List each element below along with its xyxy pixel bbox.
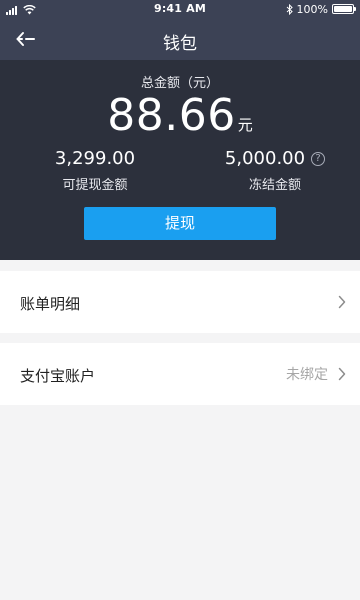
wallet-screen: 9:41 AM 100% 钱包 总金额（元） 88.66 元 3,299.00 … <box>0 0 360 600</box>
balance-panel: 总金额（元） 88.66 元 3,299.00 可提现金额 5,000.00 ? … <box>0 60 360 260</box>
status-bar: 9:41 AM 100% <box>0 0 360 18</box>
frozen-amount-row: 5,000.00 ? <box>224 148 326 170</box>
total-amount-unit: 元 <box>237 116 253 134</box>
chevron-right-icon <box>338 295 346 309</box>
bluetooth-icon <box>286 3 293 15</box>
navigation-bar: 钱包 <box>0 18 360 60</box>
chevron-right-icon <box>338 367 346 381</box>
frozen-amount: 5,000.00 <box>224 148 306 169</box>
alipay-status: 未绑定 <box>286 367 328 383</box>
withdrawable-amount: 3,299.00 <box>54 148 136 169</box>
help-icon[interactable]: ? <box>311 152 326 166</box>
page-title: 钱包 <box>163 34 197 54</box>
total-amount: 88.66 <box>107 90 236 141</box>
list-item-alipay-account[interactable]: 支付宝账户 未绑定 <box>0 343 360 405</box>
bill-details-right <box>338 291 346 313</box>
battery-level <box>334 6 352 12</box>
status-right: 100% <box>286 2 356 16</box>
alipay-account-right: 未绑定 <box>286 363 346 385</box>
withdrawable-label: 可提现金额 <box>62 178 128 193</box>
list-item-bill-details[interactable]: 账单明细 <box>0 271 360 333</box>
battery-icon <box>332 4 356 14</box>
alipay-account-label: 支付宝账户 <box>20 367 96 385</box>
bill-details-label: 账单明细 <box>20 295 81 313</box>
total-amount-label: 总金额（元） <box>140 76 219 91</box>
battery-percent: 100% <box>296 2 328 16</box>
frozen-block: 5,000.00 ? 冻结金额 <box>200 148 350 193</box>
withdraw-button[interactable]: 提现 <box>84 207 276 240</box>
frozen-label: 冻结金额 <box>248 178 301 193</box>
total-amount-row: 88.66 元 <box>0 90 360 141</box>
withdrawable-block: 3,299.00 可提现金额 <box>20 148 170 193</box>
